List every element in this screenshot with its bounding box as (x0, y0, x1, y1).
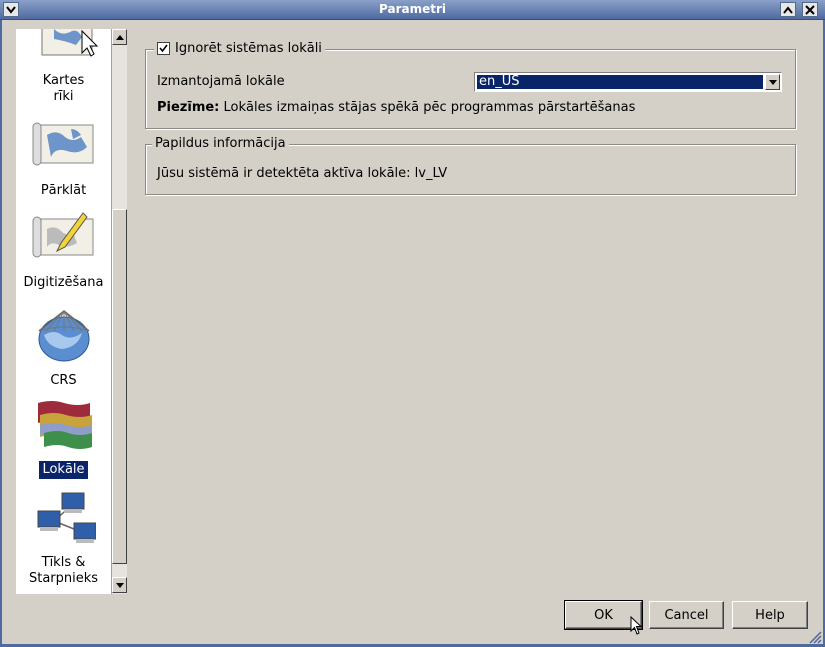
resize-grip-icon[interactable] (806, 628, 822, 644)
sidebar-item-label: Starpnieks (28, 571, 99, 586)
mouse-cursor-icon (630, 616, 643, 635)
arrow-down-icon (115, 582, 124, 588)
maximize-button[interactable] (780, 2, 796, 17)
close-button[interactable] (802, 2, 818, 17)
sidebar-item-label: Tīkls & (41, 555, 86, 570)
sidebar-item-digitizing[interactable]: Digitizēšana (16, 211, 111, 291)
close-icon (805, 4, 815, 15)
sidebar-item-label: Kartes (42, 73, 85, 88)
network-computers-icon (37, 492, 96, 543)
override-locale-label: Ignorēt sistēmas lokāli (175, 41, 322, 56)
sidebar-item-label: Pārklāt (40, 183, 87, 198)
sidebar-item-overlay[interactable]: Pārklāt (16, 121, 111, 199)
note-label: Piezīme: (157, 100, 220, 115)
globe-icon (38, 309, 89, 362)
arrow-up-icon (115, 34, 124, 40)
help-button[interactable]: Help (732, 601, 808, 629)
override-locale-checkbox[interactable] (157, 42, 170, 55)
scroll-up-button[interactable] (112, 29, 127, 45)
note-text: Lokāles izmaiņas stājas spēkā pēc progra… (219, 100, 636, 115)
chevron-down-icon (768, 79, 777, 85)
sidebar-item-map-tools[interactable]: Kartes rīki (16, 29, 111, 105)
locale-field-label: Izmantojamā lokāle (157, 74, 285, 89)
flags-icon (37, 401, 92, 449)
cancel-button[interactable]: Cancel (649, 601, 724, 629)
sidebar-item-label: Digitizēšana (23, 275, 104, 290)
settings-category-list[interactable]: Kartes rīki Pārklāt Digitizēšana CRS Lok… (16, 29, 111, 594)
sidebar-scrollbar[interactable] (111, 29, 127, 594)
overlay-map-icon (32, 122, 93, 166)
scrollbar-thumb[interactable] (112, 209, 127, 564)
map-tools-icon (41, 29, 98, 57)
locale-select[interactable]: en_US (474, 72, 782, 92)
sidebar-item-network[interactable]: Tīkls & Starpnieks (16, 491, 111, 587)
locale-select-value: en_US (476, 74, 764, 90)
override-locale-toggle[interactable]: Ignorēt sistēmas lokāli (154, 41, 325, 56)
sidebar-item-label: Lokāle (39, 461, 88, 479)
digitizing-pencil-icon (32, 212, 93, 258)
sidebar-item-crs[interactable]: CRS (16, 309, 111, 389)
info-group-title: Papildus informācija (152, 136, 289, 151)
restart-note: Piezīme: Lokāles izmaiņas stājas spēkā p… (157, 100, 635, 115)
sidebar-item-label: rīki (53, 89, 74, 104)
dropdown-button[interactable] (765, 74, 780, 90)
sidebar-item-locale[interactable]: Lokāle (16, 399, 111, 479)
title-bar: Parametri (0, 0, 825, 20)
detected-locale-text: Jūsu sistēmā ir detektēta aktīva lokāle:… (157, 166, 448, 181)
checkmark-icon (159, 44, 168, 53)
sidebar-item-label: CRS (50, 373, 77, 388)
chevron-up-icon (783, 5, 793, 14)
scroll-down-button[interactable] (112, 577, 127, 593)
window-title: Parametri (379, 2, 446, 16)
